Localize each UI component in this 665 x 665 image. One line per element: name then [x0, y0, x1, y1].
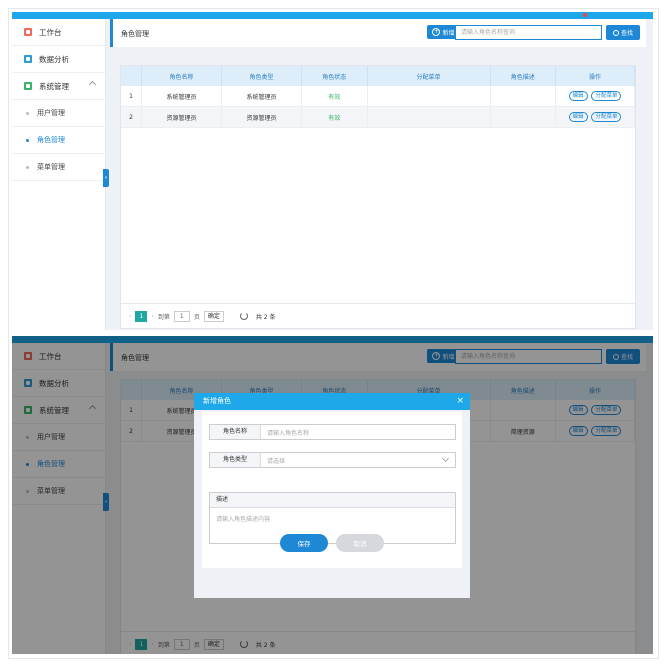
- bullet-icon: [26, 111, 29, 115]
- role-menu: [367, 106, 491, 128]
- sidebar-item-workbench[interactable]: 工作台: [12, 19, 105, 46]
- role-type-value[interactable]: 请选择: [261, 456, 443, 465]
- add-role-label: 新增: [442, 29, 455, 37]
- page-input[interactable]: 1: [173, 310, 190, 322]
- sidebar-item-system[interactable]: 系统管理: [12, 73, 105, 100]
- bullet-icon: [26, 165, 29, 169]
- role-menu: [367, 86, 491, 107]
- role-table: 角色名称 角色类型 角色状态 分配菜单 角色描述 操作 1 系统管理员 系统管理…: [121, 66, 635, 128]
- search-button-label: 查找: [620, 30, 633, 37]
- role-desc: [490, 86, 556, 107]
- total-count: 共 2 条: [255, 313, 276, 321]
- notification-dot: [583, 13, 587, 17]
- role-desc-label: 描述: [210, 493, 455, 508]
- row-actions: 编辑 分配菜单: [555, 86, 635, 107]
- sidebar-item-label: 角色管理: [37, 136, 65, 144]
- page-unit-label: 页: [193, 313, 200, 321]
- dialog-body: 角色名称 请输入角色名称 角色类型 请选择 描述 请输入角色描述内容: [202, 412, 462, 568]
- column-header-index: [121, 66, 142, 86]
- sidebar-item-label: 用户管理: [37, 109, 65, 117]
- assign-menu-button[interactable]: 分配菜单: [591, 112, 622, 122]
- column-header-status: 角色状态: [301, 66, 368, 86]
- sidebar-item-label: 菜单管理: [37, 163, 65, 171]
- sidebar-item-label: 系统管理: [39, 81, 69, 91]
- top-bar: [12, 12, 653, 19]
- dialog-title: 新增角色: [203, 397, 231, 405]
- sidebar-item-roles[interactable]: 角色管理: [12, 127, 105, 154]
- add-role-dialog: 新增角色 × 角色名称 请输入角色名称 角色类型 请选择 描述 请输入角色描述内…: [194, 393, 470, 598]
- bullet-icon: [26, 138, 29, 142]
- row-index: 1: [121, 86, 142, 107]
- system-icon: [24, 82, 32, 90]
- column-header-name: 角色名称: [141, 66, 223, 86]
- search-input[interactable]: 请输入角色名称查询: [455, 25, 602, 40]
- workbench-icon: [24, 28, 32, 36]
- role-name: 系统管理员: [141, 86, 223, 107]
- main-content: 角色管理 + 新增 请输入角色名称查询 查找 角色名称 角色类型 角色状态 分配…: [110, 19, 646, 330]
- add-role-screen: 工作台 数据分析 系统管理 用户管理 角色管理 菜单管理 « 角色管理 + 新增…: [12, 336, 653, 654]
- goto-confirm-button[interactable]: 确定: [203, 310, 224, 322]
- sidebar-collapse-button[interactable]: «: [103, 169, 109, 187]
- row-actions: 编辑 分配菜单: [555, 106, 635, 128]
- column-header-menu: 分配菜单: [367, 66, 491, 86]
- role-type: 资源管理员: [221, 106, 303, 128]
- sidebar: 工作台 数据分析 系统管理 用户管理 角色管理 菜单管理: [12, 19, 106, 330]
- page-title: 角色管理: [121, 30, 149, 38]
- save-button[interactable]: 保存: [280, 534, 328, 552]
- column-header-actions: 操作: [555, 66, 635, 86]
- prev-page-button[interactable]: ‹: [129, 313, 131, 320]
- next-page-button[interactable]: ›: [151, 313, 153, 320]
- role-type-label: 角色类型: [210, 453, 261, 467]
- role-name-input[interactable]: 请输入角色名称: [261, 428, 455, 437]
- header-bar: 角色管理 + 新增 请输入角色名称查询 查找: [110, 19, 646, 47]
- edit-button[interactable]: 编辑: [568, 112, 588, 122]
- role-desc-field[interactable]: 描述 请输入角色描述内容: [209, 492, 456, 544]
- column-header-type: 角色类型: [221, 66, 303, 86]
- role-table-panel: 角色名称 角色类型 角色状态 分配菜单 角色描述 操作 1 系统管理员 系统管理…: [120, 65, 636, 329]
- cancel-button[interactable]: 取消: [336, 534, 384, 552]
- role-name: 资源管理员: [141, 106, 223, 128]
- role-list-screen: 工作台 数据分析 系统管理 用户管理 角色管理 菜单管理 « 角色管理 + 新增…: [12, 12, 653, 330]
- role-name-label: 角色名称: [210, 425, 261, 439]
- dialog-header: 新增角色 ×: [194, 393, 470, 410]
- plus-icon: +: [432, 28, 441, 36]
- role-name-field[interactable]: 角色名称 请输入角色名称: [209, 424, 456, 440]
- sidebar-item-users[interactable]: 用户管理: [12, 100, 105, 127]
- chevron-down-icon: [441, 454, 450, 463]
- chevron-up-icon: [88, 80, 97, 89]
- refresh-icon[interactable]: [239, 312, 248, 320]
- table-header-row: 角色名称 角色类型 角色状态 分配菜单 角色描述 操作: [121, 66, 635, 86]
- table-row: 1 系统管理员 系统管理员 有效 编辑 分配菜单: [121, 86, 635, 107]
- assign-menu-button[interactable]: 分配菜单: [591, 91, 622, 101]
- row-index: 2: [121, 106, 142, 128]
- goto-label: 到第: [157, 313, 170, 321]
- column-header-desc: 角色描述: [490, 66, 556, 86]
- role-desc: [490, 106, 556, 128]
- close-icon[interactable]: ×: [456, 393, 464, 410]
- table-row: 2 资源管理员 资源管理员 有效 编辑 分配菜单: [121, 106, 635, 128]
- role-status: 有效: [301, 106, 368, 128]
- edit-button[interactable]: 编辑: [568, 91, 588, 101]
- sidebar-item-analytics[interactable]: 数据分析: [12, 46, 105, 73]
- role-type-select[interactable]: 角色类型 请选择: [209, 452, 456, 468]
- role-type: 系统管理员: [221, 86, 303, 107]
- sidebar-item-label: 工作台: [39, 27, 62, 37]
- pagination: ‹ 1 › 到第 1 页 确定 共 2 条: [121, 303, 635, 328]
- role-desc-textarea[interactable]: 请输入角色描述内容: [210, 508, 455, 529]
- analytics-icon: [24, 55, 32, 63]
- role-status: 有效: [301, 86, 368, 107]
- sidebar-item-menus[interactable]: 菜单管理: [12, 154, 105, 181]
- search-icon: [612, 29, 619, 36]
- search-button[interactable]: 查找: [606, 25, 640, 40]
- page-number-current[interactable]: 1: [135, 310, 148, 322]
- sidebar-item-label: 数据分析: [39, 54, 69, 64]
